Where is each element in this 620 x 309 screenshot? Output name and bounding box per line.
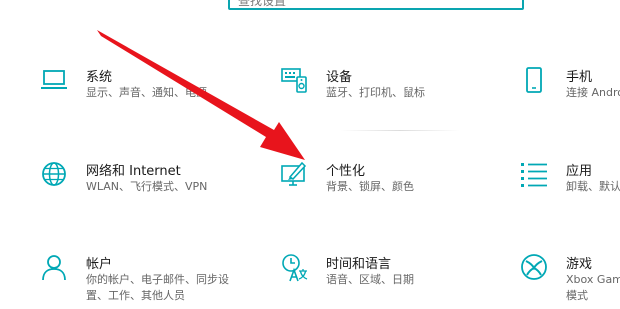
time-language-icon — [280, 253, 308, 282]
keyboard-speaker-icon — [280, 66, 308, 94]
tile-title: 帐户 — [86, 257, 113, 272]
tile-accounts[interactable]: 帐户 你的帐户、电子邮件、同步设 置、工作、其他人员 — [40, 253, 240, 305]
tile-desc: 连接 Andro — [566, 86, 620, 99]
tile-title: 手机 — [566, 70, 593, 85]
tile-desc: 卸载、默认 — [566, 180, 620, 193]
tile-title: 应用 — [566, 164, 593, 179]
tile-gaming[interactable]: 游戏 Xbox Game 模式 — [520, 253, 620, 305]
globe-icon — [40, 160, 68, 188]
xbox-icon — [520, 253, 548, 281]
tile-title: 时间和语言 — [326, 257, 392, 272]
tile-desc: 背景、锁屏、颜色 — [326, 180, 414, 193]
tile-phone[interactable]: 手机 连接 Andro — [520, 66, 620, 110]
tile-network[interactable]: 网络和 Internet WLAN、飞行模式、VPN — [40, 160, 260, 204]
tile-title: 设备 — [326, 70, 353, 85]
tile-desc: 模式 — [566, 289, 588, 302]
tile-apps[interactable]: 应用 卸载、默认 — [520, 160, 620, 204]
tile-personalization[interactable]: 个性化 背景、锁屏、颜色 — [280, 160, 480, 204]
tile-system[interactable]: 系统 显示、声音、通知、电源 — [40, 66, 240, 110]
tile-title: 游戏 — [566, 257, 593, 272]
tile-desc: 蓝牙、打印机、鼠标 — [326, 86, 425, 99]
user-icon — [40, 253, 68, 281]
tile-desc: 你的帐户、电子邮件、同步设 — [86, 273, 229, 286]
tile-desc: WLAN、飞行模式、VPN — [86, 180, 208, 193]
tile-time-language[interactable]: 时间和语言 语音、区域、日期 — [280, 253, 480, 297]
tile-devices[interactable]: 设备 蓝牙、打印机、鼠标 — [280, 66, 480, 110]
personalize-icon — [280, 160, 308, 188]
tile-desc: 显示、声音、通知、电源 — [86, 86, 207, 99]
tile-desc: Xbox Game — [566, 273, 620, 286]
tile-desc: 置、工作、其他人员 — [86, 289, 185, 302]
search-placeholder: 查找设置 — [238, 0, 287, 8]
apps-list-icon — [520, 160, 548, 188]
phone-icon — [520, 66, 548, 94]
divider — [340, 130, 460, 131]
tile-title: 网络和 Internet — [86, 164, 181, 179]
tile-title: 系统 — [86, 70, 113, 85]
tile-desc: 语音、区域、日期 — [326, 273, 414, 286]
laptop-icon — [40, 66, 68, 94]
tile-title: 个性化 — [326, 164, 366, 179]
search-input[interactable]: 查找设置 — [228, 0, 524, 10]
